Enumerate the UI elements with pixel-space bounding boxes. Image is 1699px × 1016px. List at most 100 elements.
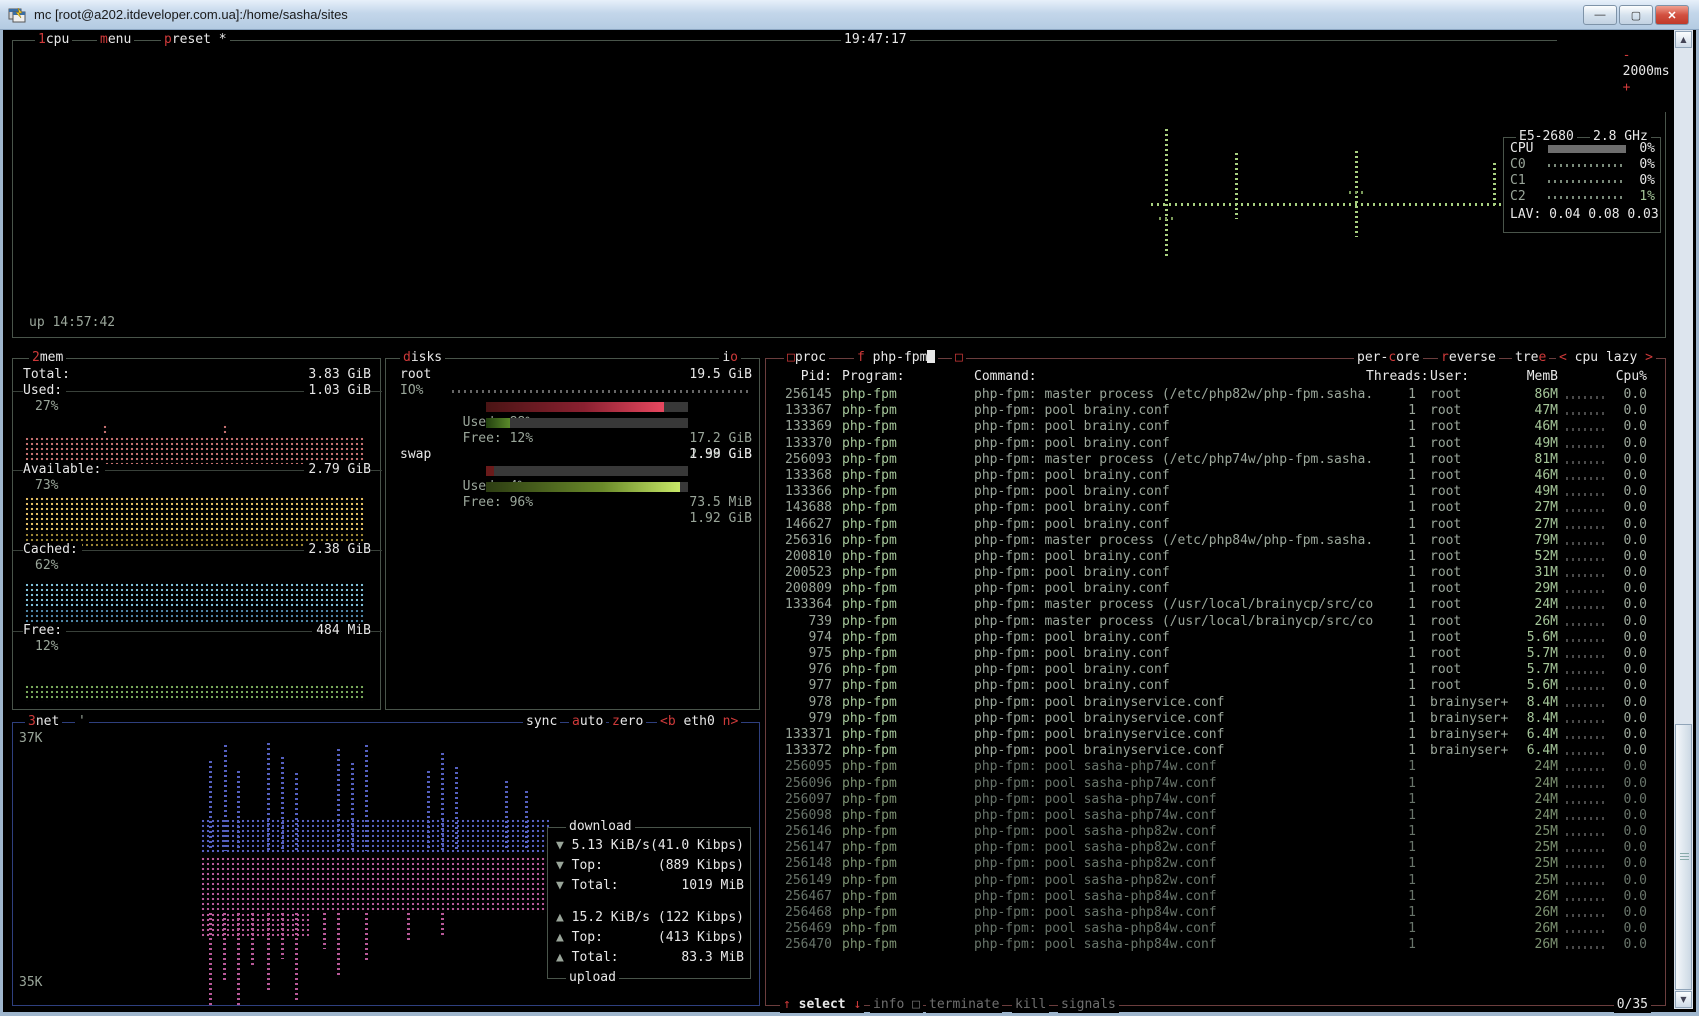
disks-tab[interactable]: disks: [400, 350, 445, 366]
scrollbar-thumb[interactable]: [1675, 724, 1692, 990]
col-command: Command:: [974, 369, 1037, 385]
minimize-button[interactable]: —: [1583, 5, 1617, 25]
proc-row[interactable]: 256469php-fpmphp-fpm: pool sasha-php84w.…: [766, 921, 1665, 937]
cpu-total-bar: [1548, 145, 1626, 153]
col-mem: MemB: [1486, 369, 1558, 385]
disk-root-free-bar: [486, 418, 688, 428]
proc-row[interactable]: 133366php-fpmphp-fpm: pool brainy.conf1r…: [766, 484, 1665, 500]
proc-row[interactable]: 146627php-fpmphp-fpm: pool brainy.conf1r…: [766, 517, 1665, 533]
disk-swap-free-bar: [486, 482, 688, 492]
proc-row[interactable]: 200809php-fpmphp-fpm: pool brainy.conf1r…: [766, 581, 1665, 597]
upload-title: upload: [566, 970, 619, 986]
proc-percore-toggle[interactable]: per-core: [1354, 350, 1423, 366]
scrollbar[interactable]: ▲ ▼: [1674, 30, 1693, 1009]
interval-increase[interactable]: +: [1623, 80, 1631, 95]
proc-row[interactable]: 256096php-fpmphp-fpm: pool sasha-php74w.…: [766, 776, 1665, 792]
proc-footer-select[interactable]: ↑ select ↓: [780, 997, 864, 1013]
proc-sort-selector[interactable]: < cpu lazy >: [1556, 350, 1656, 366]
proc-row[interactable]: 256145php-fpmphp-fpm: master process (/e…: [766, 387, 1665, 403]
mem-free-band: [25, 685, 365, 701]
preset-button[interactable]: preset *: [161, 32, 230, 48]
proc-row[interactable]: 256467php-fpmphp-fpm: pool sasha-php84w.…: [766, 889, 1665, 905]
disks-panel: disks io root19.5 GiB IO% Used: 88% 17.2…: [385, 358, 760, 710]
net-panel: 3net ' sync auto zero <b eth0 n> 37K 35K: [12, 722, 760, 1006]
proc-tab[interactable]: □proc: [784, 350, 829, 366]
proc-row[interactable]: 256468php-fpmphp-fpm: pool sasha-php84w.…: [766, 905, 1665, 921]
proc-row[interactable]: 133369php-fpmphp-fpm: pool brainy.conf1r…: [766, 419, 1665, 435]
proc-footer-info[interactable]: info □: [870, 997, 923, 1013]
maximize-button[interactable]: ▢: [1619, 5, 1653, 25]
proc-row[interactable]: 256146php-fpmphp-fpm: pool sasha-php82w.…: [766, 824, 1665, 840]
proc-row[interactable]: 133370php-fpmphp-fpm: pool brainy.conf1r…: [766, 436, 1665, 452]
proc-row[interactable]: 133372php-fpmphp-fpm: pool brainyservice…: [766, 743, 1665, 759]
disk-swap-used-bar: [486, 466, 688, 476]
scrollbar-down-arrow[interactable]: ▼: [1675, 991, 1692, 1008]
proc-row[interactable]: 133367php-fpmphp-fpm: pool brainy.conf1r…: [766, 403, 1665, 419]
cpu-tab[interactable]: 1cpu: [35, 32, 72, 48]
disk-root-used-bar: [486, 402, 688, 412]
proc-row[interactable]: 200523php-fpmphp-fpm: pool brainy.conf1r…: [766, 565, 1665, 581]
proc-row[interactable]: 256097php-fpmphp-fpm: pool sasha-php74w.…: [766, 792, 1665, 808]
mem-panel: 2mem Total:3.83 GiB Used:1.03 GiB 27% Av…: [12, 358, 381, 710]
proc-footer-signals[interactable]: signals: [1058, 997, 1119, 1013]
net-sync-toggle[interactable]: sync: [523, 714, 560, 730]
proc-row[interactable]: 739php-fpmphp-fpm: master process (/usr/…: [766, 614, 1665, 630]
proc-footer-terminate[interactable]: terminate: [926, 997, 1002, 1013]
cpu-legend: E5-2680 2.8 GHz CPU 0% C0 0% C1 0% C2 1%…: [1503, 137, 1661, 233]
proc-row[interactable]: 979php-fpmphp-fpm: pool brainyservice.co…: [766, 711, 1665, 727]
mem-tab[interactable]: 2mem: [29, 350, 66, 366]
proc-filter-square: □: [952, 350, 966, 366]
proc-selection-count: 0/35: [1614, 997, 1651, 1013]
net-scale-bottom: 35K: [19, 975, 42, 991]
proc-row[interactable]: 256093php-fpmphp-fpm: master process (/e…: [766, 452, 1665, 468]
window-title: mc [root@a202.itdeveloper.com.ua]:/home/…: [34, 7, 348, 22]
mem-available-band: [25, 497, 365, 533]
proc-row[interactable]: 256147php-fpmphp-fpm: pool sasha-php82w.…: [766, 840, 1665, 856]
proc-row[interactable]: 975php-fpmphp-fpm: pool brainy.conf1root…: [766, 646, 1665, 662]
proc-row[interactable]: 978php-fpmphp-fpm: pool brainyservice.co…: [766, 695, 1665, 711]
proc-filter-input[interactable]: f php-fpm: [854, 350, 938, 366]
refresh-interval: - 2000ms +: [1557, 32, 1673, 112]
download-title: download: [566, 819, 635, 835]
proc-row[interactable]: 143688php-fpmphp-fpm: pool brainy.conf1r…: [766, 500, 1665, 516]
mem-cached-band: [25, 583, 365, 609]
proc-row[interactable]: 133368php-fpmphp-fpm: pool brainy.conf1r…: [766, 468, 1665, 484]
proc-row[interactable]: 256095php-fpmphp-fpm: pool sasha-php74w.…: [766, 759, 1665, 775]
net-tick: ': [75, 714, 89, 730]
net-interface-selector[interactable]: <b eth0 n>: [657, 714, 741, 730]
proc-row[interactable]: 256149php-fpmphp-fpm: pool sasha-php82w.…: [766, 873, 1665, 889]
proc-row[interactable]: 256148php-fpmphp-fpm: pool sasha-php82w.…: [766, 856, 1665, 872]
net-tab[interactable]: 3net: [25, 714, 62, 730]
proc-row[interactable]: 256098php-fpmphp-fpm: pool sasha-php74w.…: [766, 808, 1665, 824]
text-cursor: [927, 350, 935, 363]
proc-row[interactable]: 133371php-fpmphp-fpm: pool brainyservice…: [766, 727, 1665, 743]
proc-row[interactable]: 976php-fpmphp-fpm: pool brainy.conf1root…: [766, 662, 1665, 678]
net-stats-box: download upload ▼ 5.13 KiB/s(41.0 Kibps)…: [547, 827, 751, 979]
net-zero-toggle[interactable]: zero: [609, 714, 646, 730]
app-window: mc [root@a202.itdeveloper.com.ua]:/home/…: [0, 0, 1699, 1016]
proc-tree-toggle[interactable]: tree: [1512, 350, 1549, 366]
menu-button[interactable]: menu: [97, 32, 134, 48]
proc-reverse-toggle[interactable]: reverse: [1438, 350, 1499, 366]
col-pid: Pid:: [770, 369, 832, 385]
disks-io-tab[interactable]: io: [719, 350, 741, 366]
proc-row[interactable]: 256470php-fpmphp-fpm: pool sasha-php84w.…: [766, 937, 1665, 953]
interval-decrease[interactable]: -: [1623, 48, 1631, 63]
proc-footer-kill[interactable]: kill: [1012, 997, 1049, 1013]
putty-app-icon: [8, 7, 26, 23]
titlebar[interactable]: mc [root@a202.itdeveloper.com.ua]:/home/…: [0, 0, 1699, 30]
proc-row[interactable]: 977php-fpmphp-fpm: pool brainy.conf1root…: [766, 678, 1665, 694]
proc-row[interactable]: 256316php-fpmphp-fpm: master process (/e…: [766, 533, 1665, 549]
proc-row[interactable]: 200810php-fpmphp-fpm: pool brainy.conf1r…: [766, 549, 1665, 565]
col-user: User:: [1430, 369, 1469, 385]
net-auto-toggle[interactable]: auto: [569, 714, 606, 730]
close-button[interactable]: ✕: [1655, 5, 1689, 25]
col-cpu: Cpu%: [1606, 369, 1647, 385]
proc-row[interactable]: 133364php-fpmphp-fpm: master process (/u…: [766, 597, 1665, 613]
mem-used-band: [25, 437, 365, 464]
net-scale-top: 37K: [19, 731, 42, 747]
proc-row[interactable]: 974php-fpmphp-fpm: pool brainy.conf1root…: [766, 630, 1665, 646]
scrollbar-up-arrow[interactable]: ▲: [1675, 31, 1692, 48]
proc-panel: □proc f php-fpm □ per-core reverse tree …: [765, 358, 1666, 1006]
cpu-panel: 1cpu menu preset * 19:47:17 - 2000ms +: [12, 40, 1666, 338]
